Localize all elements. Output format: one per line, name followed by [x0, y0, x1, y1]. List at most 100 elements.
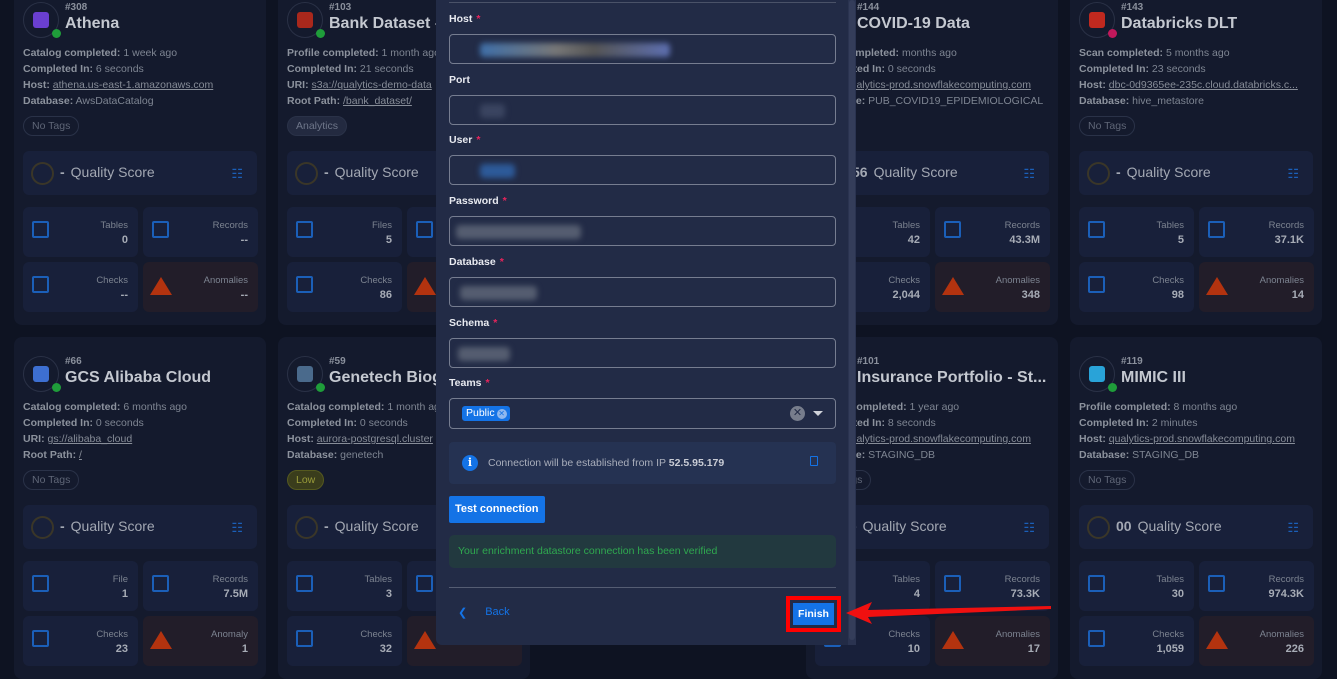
stat-file[interactable]: Files 5 — [287, 207, 402, 257]
user-input[interactable] — [449, 155, 836, 185]
hierarchy-icon[interactable]: ☷ — [1023, 166, 1035, 182]
stat-check[interactable]: Checks 98 — [1079, 262, 1194, 312]
stat-label: Tables — [1156, 220, 1184, 231]
stat-label: Tables — [1156, 574, 1184, 585]
anomaly-icon — [942, 631, 964, 649]
stat-check[interactable]: Checks 86 — [287, 262, 402, 312]
success-message: Your enrichment datastore connection has… — [449, 535, 836, 568]
stat-check[interactable]: Checks 32 — [287, 616, 402, 666]
field-label: Database * — [449, 256, 504, 268]
tag-badge[interactable]: No Tags — [1079, 470, 1136, 490]
detail-link[interactable]: qualytics-prod.snowflakecomputing.com — [845, 79, 1031, 91]
stat-check[interactable]: Checks 1,059 — [1079, 616, 1194, 666]
stat-anomaly[interactable]: Anomalies -- — [143, 262, 258, 312]
tag-badge[interactable]: No Tags — [23, 116, 80, 136]
datastore-title[interactable]: GCS Alibaba Cloud — [65, 369, 211, 387]
card-detail-line: Database: STAGING_DB — [1079, 449, 1200, 461]
stat-check[interactable]: Checks 23 — [23, 616, 138, 666]
stat-table[interactable]: Tables 0 — [23, 207, 138, 257]
datastore-logo-icon — [297, 366, 313, 382]
anomaly-icon — [1206, 277, 1228, 295]
teams-label: Teams * — [449, 377, 490, 389]
datastore-title[interactable]: MIMIC III — [1121, 369, 1186, 387]
scrollbar[interactable] — [848, 0, 856, 645]
stat-value: 4 — [913, 588, 920, 600]
tag-badge[interactable]: Low — [287, 470, 325, 490]
detail-link[interactable]: /bank_dataset/ — [343, 95, 412, 107]
detail-link[interactable]: gs://alibaba_cloud — [48, 433, 133, 445]
hierarchy-icon[interactable]: ☷ — [231, 166, 243, 182]
stat-anomaly[interactable]: Anomalies 14 — [1199, 262, 1314, 312]
detail-link[interactable]: qualytics-prod.snowflakecomputing.com — [845, 433, 1031, 445]
card-detail-line: Database: AwsDataCatalog — [23, 95, 154, 107]
test-connection-button[interactable]: Test connection — [449, 496, 545, 523]
remove-chip-icon[interactable]: ✕ — [496, 408, 507, 419]
quality-score-box: -Quality Score ☷ — [1079, 151, 1313, 195]
stat-label: Records — [1268, 220, 1304, 231]
password-input[interactable] — [449, 216, 836, 246]
port-input[interactable] — [449, 95, 836, 125]
scrollbar-thumb[interactable] — [849, 0, 855, 640]
card-detail-line: Profile completed: 8 months ago — [1079, 401, 1238, 413]
hierarchy-icon[interactable]: ☷ — [1287, 166, 1299, 182]
detail-link[interactable]: athena.us-east-1.amazonaws.com — [53, 79, 214, 91]
detail-link[interactable]: / — [79, 449, 82, 461]
quality-score-value: 00 — [1116, 518, 1132, 534]
clear-icon[interactable]: ✕ — [790, 406, 805, 421]
stat-label: Checks — [1152, 275, 1184, 286]
datastore-id: #308 — [65, 2, 88, 13]
stat-anomaly[interactable]: Anomalies 226 — [1199, 616, 1314, 666]
required-marker: * — [499, 256, 504, 268]
datastore-title[interactable]: Databricks DLT — [1121, 15, 1237, 33]
host-input[interactable] — [449, 34, 836, 64]
card-detail-line: Completed In: 21 seconds — [287, 63, 414, 75]
stat-table[interactable]: Tables 5 — [1079, 207, 1194, 257]
datastore-card[interactable]: #143 Databricks DLT Scan completed: 5 mo… — [1070, 0, 1322, 325]
hierarchy-icon[interactable]: ☷ — [1287, 520, 1299, 536]
stat-check[interactable]: Checks -- — [23, 262, 138, 312]
stat-records[interactable]: Records -- — [143, 207, 258, 257]
datastore-avatar — [1079, 356, 1117, 392]
tag-badge[interactable]: No Tags — [1079, 116, 1136, 136]
table-icon — [1088, 575, 1105, 592]
stat-records[interactable]: Records 43.3M — [935, 207, 1050, 257]
stat-table[interactable]: Tables 3 — [287, 561, 402, 611]
tag-badge[interactable]: No Tags — [23, 470, 80, 490]
hierarchy-icon[interactable]: ☷ — [1023, 520, 1035, 536]
detail-link[interactable]: dbc-0d9365ee-235c.cloud.databricks.c... — [1109, 79, 1298, 91]
schema-input[interactable] — [449, 338, 836, 368]
card-detail-line: Host: athena.us-east-1.amazonaws.com — [23, 79, 214, 91]
quality-score-value: - — [1116, 164, 1121, 180]
stat-table[interactable]: Tables 30 — [1079, 561, 1194, 611]
detail-link[interactable]: aurora-postgresql.cluster — [317, 433, 433, 445]
datastore-title[interactable]: Athena — [65, 15, 119, 33]
card-detail-line: URI: gs://alibaba_cloud — [23, 433, 133, 445]
stat-anomaly[interactable]: Anomalies 348 — [935, 262, 1050, 312]
score-ring-icon — [295, 162, 318, 185]
chevron-down-icon[interactable] — [813, 411, 823, 416]
datastore-title[interactable]: COVID-19 Data — [857, 15, 970, 33]
quality-score-box: -Quality Score ☷ — [23, 151, 257, 195]
datastore-card[interactable]: #66 GCS Alibaba Cloud Catalog completed:… — [14, 337, 266, 679]
card-detail-line: Completed In: 23 seconds — [1079, 63, 1206, 75]
stat-records[interactable]: Records 974.3K — [1199, 561, 1314, 611]
finish-button[interactable]: Finish — [793, 603, 834, 625]
database-input[interactable] — [449, 277, 836, 307]
stat-records[interactable]: Records 7.5M — [143, 561, 258, 611]
datastore-title[interactable]: Insurance Portfolio - St... — [857, 369, 1046, 387]
teams-select[interactable]: Public ✕ ✕ — [449, 398, 836, 429]
tag-badge[interactable]: Analytics — [287, 116, 348, 136]
datastore-card[interactable]: #119 MIMIC III Profile completed: 8 mont… — [1070, 337, 1322, 679]
stat-file[interactable]: File 1 — [23, 561, 138, 611]
datastore-avatar — [1079, 2, 1117, 38]
back-button[interactable]: ❮ Back — [458, 606, 510, 619]
detail-link[interactable]: s3a://qualytics-demo-data — [312, 79, 432, 91]
copy-icon[interactable] — [810, 456, 818, 466]
hierarchy-icon[interactable]: ☷ — [231, 520, 243, 536]
detail-link[interactable]: qualytics-prod.snowflakecomputing.com — [1109, 433, 1295, 445]
stat-label: File — [112, 574, 128, 585]
datastore-card[interactable]: #308 Athena Catalog completed: 1 week ag… — [14, 0, 266, 325]
stat-anomaly[interactable]: Anomaly 1 — [143, 616, 258, 666]
stat-value: 73.3K — [1010, 588, 1040, 600]
stat-records[interactable]: Records 37.1K — [1199, 207, 1314, 257]
